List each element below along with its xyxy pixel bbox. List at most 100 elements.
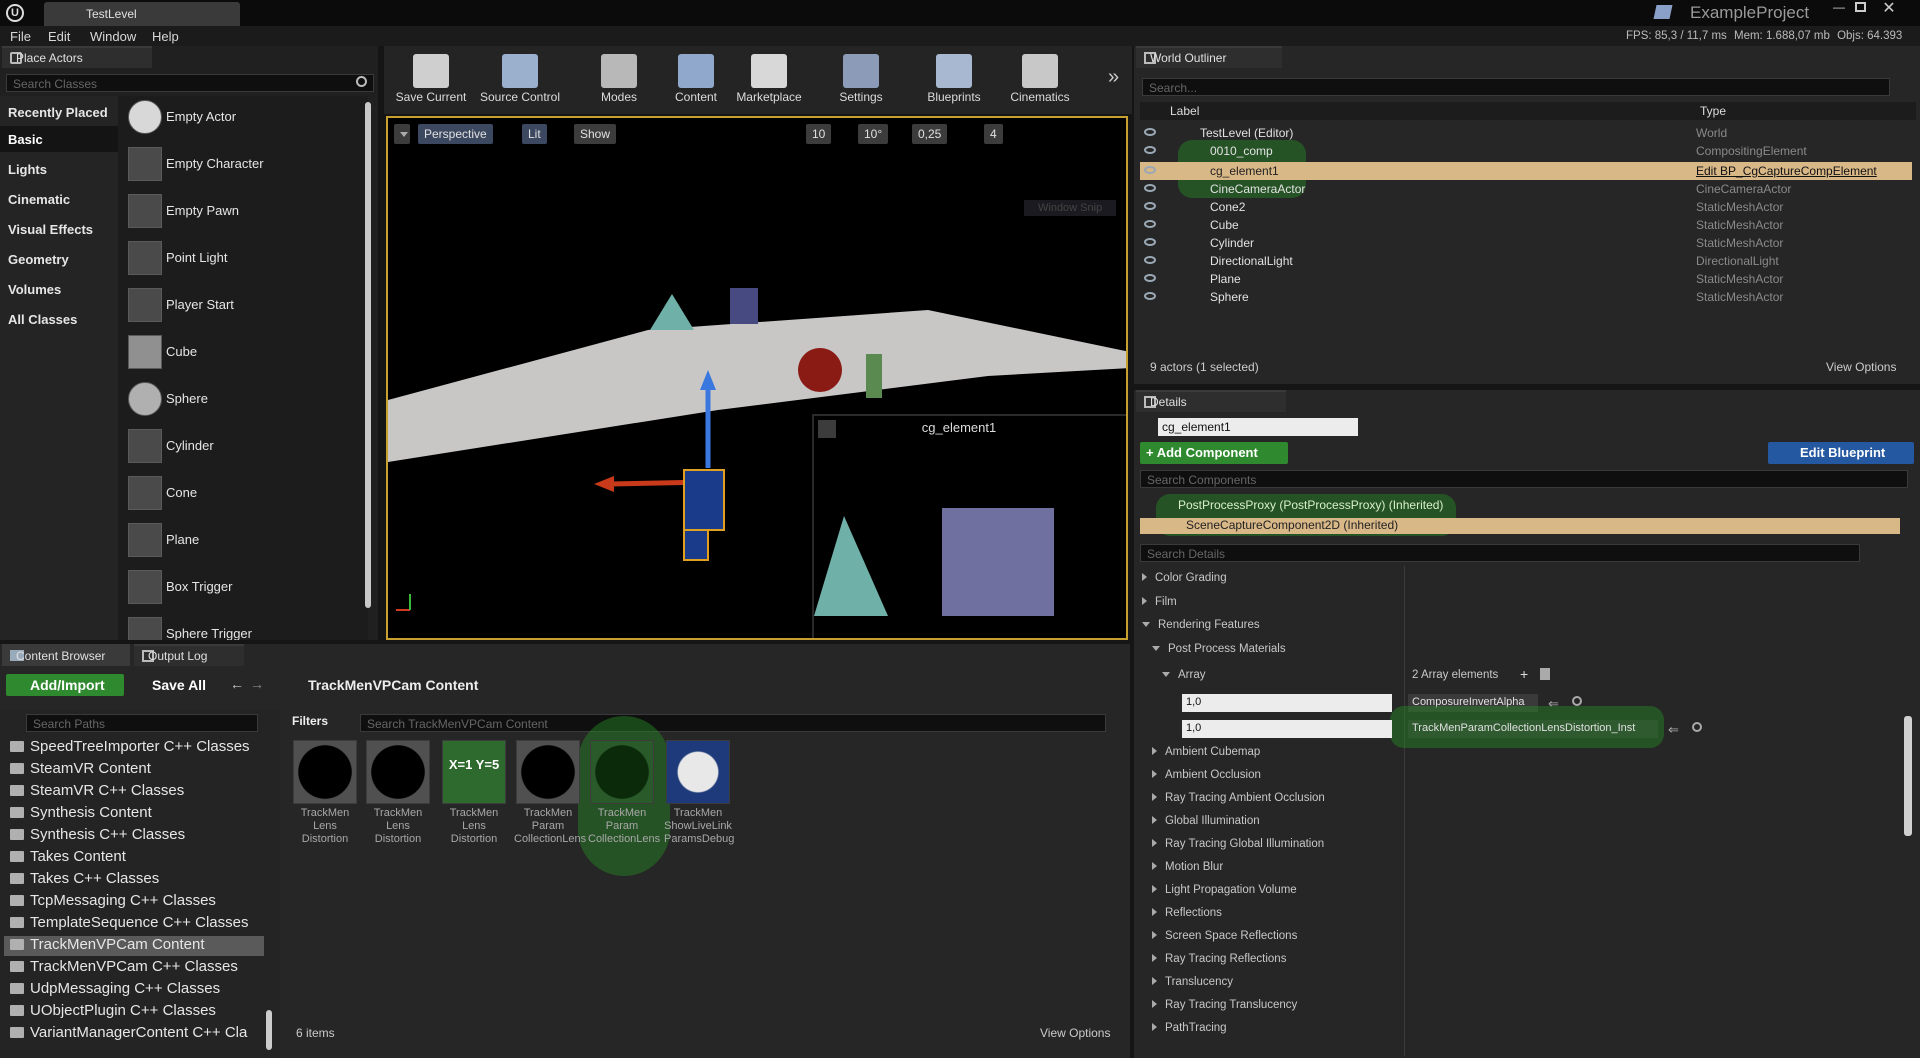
rt-global-illumination-section[interactable]: Ray Tracing Global Illumination [1152, 838, 1324, 850]
rendering-features-section[interactable]: Rendering Features [1142, 619, 1260, 631]
actor-empty-actor[interactable]: Empty Actor [128, 96, 358, 140]
path-breadcrumb[interactable]: TrackMenVPCam Content [282, 677, 478, 693]
ambient-occlusion-section[interactable]: Ambient Occlusion [1152, 769, 1261, 781]
settings-button[interactable]: Settings [824, 54, 898, 106]
col-type[interactable]: Type [1700, 104, 1726, 118]
actor-point-light[interactable]: Point Light [128, 237, 358, 281]
actor-cube[interactable]: Cube [128, 331, 358, 375]
visibility-icon[interactable] [1144, 292, 1156, 300]
folder-item[interactable]: Synthesis Content [10, 804, 152, 821]
visibility-icon[interactable] [1144, 202, 1156, 210]
content-button[interactable]: Content [668, 54, 724, 106]
visibility-icon[interactable] [1144, 256, 1156, 264]
menu-file[interactable]: File [10, 29, 31, 44]
actor-sphere[interactable]: Sphere [128, 378, 358, 422]
tab-world-outliner[interactable]: World Outliner [1136, 46, 1282, 68]
menu-edit[interactable]: Edit [48, 29, 70, 44]
folder-tree-scrollbar[interactable] [266, 1010, 272, 1050]
actor-box-trigger[interactable]: Box Trigger [128, 566, 358, 610]
actor-player-start[interactable]: Player Start [128, 284, 358, 328]
add-component-button[interactable]: + Add Component [1140, 442, 1288, 464]
search-classes-input[interactable]: Search Classes [6, 74, 374, 92]
component-row-selected[interactable]: SceneCaptureComponent2D (Inherited) [1186, 518, 1398, 532]
visibility-icon[interactable] [1144, 184, 1156, 192]
asset-tile[interactable]: TrackMen Param CollectionLens [514, 740, 586, 846]
visibility-icon[interactable] [1144, 238, 1156, 246]
reflections-section[interactable]: Reflections [1152, 907, 1222, 919]
add-element-icon[interactable]: + [1520, 666, 1528, 682]
outliner-view-options[interactable]: View Options [1826, 360, 1896, 374]
filters-button[interactable]: Filters [292, 714, 328, 728]
search-paths-input[interactable]: Search Paths [26, 714, 258, 732]
save-current-button[interactable]: Save Current [392, 54, 470, 106]
tab-content-browser[interactable]: Content Browser [2, 644, 130, 666]
edit-blueprint-button[interactable]: Edit Blueprint [1768, 442, 1914, 464]
category-volumes[interactable]: Volumes [8, 282, 61, 297]
weight-input-1[interactable]: 1,0 [1182, 694, 1392, 712]
scale-snap-value[interactable]: 0,25 [912, 124, 948, 144]
asset-tile[interactable]: TrackMen Lens Distortion [364, 740, 432, 846]
modes-button[interactable]: Modes [584, 54, 654, 106]
motion-blur-section[interactable]: Motion Blur [1152, 861, 1223, 873]
col-label[interactable]: Label [1170, 104, 1199, 118]
category-lights[interactable]: Lights [8, 162, 47, 177]
ssr-section[interactable]: Screen Space Reflections [1152, 930, 1297, 942]
show-button[interactable]: Show [574, 124, 617, 144]
global-illumination-section[interactable]: Global Illumination [1152, 815, 1260, 827]
actor-empty-pawn[interactable]: Empty Pawn [128, 190, 358, 234]
outliner-row[interactable]: Cylinder StaticMeshActor [1140, 234, 1912, 252]
visibility-icon[interactable] [1144, 166, 1156, 174]
actor-empty-character[interactable]: Empty Character [128, 143, 358, 187]
pathtracing-section[interactable]: PathTracing [1152, 1022, 1227, 1034]
tab-details[interactable]: Details [1136, 390, 1286, 412]
actor-list-scrollbar[interactable] [365, 102, 371, 608]
array-row[interactable]: Array [1162, 669, 1205, 681]
perspective-button[interactable]: Perspective [418, 124, 493, 144]
lit-button[interactable]: Lit [522, 124, 547, 144]
category-geometry[interactable]: Geometry [8, 252, 69, 267]
outliner-row[interactable]: Sphere StaticMeshActor [1140, 288, 1912, 306]
level-viewport[interactable]: Perspective Lit Show 10 10° 0,25 4 Windo… [386, 116, 1128, 640]
tab-output-log[interactable]: Output Log [134, 644, 244, 666]
folder-item[interactable]: TemplateSequence C++ Classes [10, 914, 248, 931]
use-selected-icon[interactable]: ⇐ [1668, 722, 1679, 738]
folder-item[interactable]: SteamVR C++ Classes [10, 782, 184, 799]
row-type[interactable]: Edit BP_CgCaptureCompElement [1696, 164, 1877, 178]
menu-window[interactable]: Window [90, 29, 136, 44]
visibility-icon[interactable] [1144, 274, 1156, 282]
ambient-cubemap-section[interactable]: Ambient Cubemap [1152, 746, 1260, 758]
category-basic[interactable]: Basic [8, 132, 43, 147]
outliner-row[interactable]: Plane StaticMeshActor [1140, 270, 1912, 288]
viewport-options-button[interactable] [394, 124, 410, 144]
translucency-section[interactable]: Translucency [1152, 976, 1233, 988]
pip-menu-button[interactable] [818, 420, 836, 438]
actor-sphere-trigger[interactable]: Sphere Trigger [128, 613, 358, 640]
outliner-row[interactable]: 0010_comp CompositingElement [1140, 142, 1912, 160]
folder-item[interactable]: TcpMessaging C++ Classes [10, 892, 216, 909]
rotation-snap-value[interactable]: 10° [858, 124, 889, 144]
menu-help[interactable]: Help [152, 29, 179, 44]
folder-item[interactable]: Synthesis C++ Classes [10, 826, 185, 843]
outliner-row[interactable]: DirectionalLight DirectionalLight [1140, 252, 1912, 270]
back-arrow-icon[interactable]: ← [230, 676, 244, 692]
save-all-button[interactable]: Save All [134, 677, 206, 693]
minimize-button[interactable]: — [1830, 0, 1848, 14]
rt-translucency-section[interactable]: Ray Tracing Translucency [1152, 999, 1297, 1011]
add-import-button[interactable]: Add/Import [6, 674, 124, 696]
rt-reflections-section[interactable]: Ray Tracing Reflections [1152, 953, 1286, 965]
cinematics-button[interactable]: Cinematics [1000, 54, 1080, 106]
actor-name-field[interactable]: cg_element1 [1158, 418, 1358, 436]
folder-item[interactable]: Takes C++ Classes [10, 870, 159, 887]
category-recently-placed[interactable]: Recently Placed [8, 105, 108, 120]
actor-plane[interactable]: Plane [128, 519, 358, 563]
folder-item[interactable]: TrackMenVPCam C++ Classes [10, 958, 238, 975]
folder-item[interactable]: SpeedTreeImporter C++ Classes [10, 738, 250, 755]
actor-cone[interactable]: Cone [128, 472, 358, 516]
post-process-materials[interactable]: Post Process Materials [1152, 643, 1286, 655]
maximize-button[interactable] [1855, 2, 1866, 12]
color-grading-section[interactable]: Color Grading [1142, 572, 1227, 584]
outliner-row[interactable]: Cube StaticMeshActor [1140, 216, 1912, 234]
browse-icon[interactable] [1692, 722, 1702, 732]
search-components-input[interactable]: Search Components [1140, 470, 1908, 488]
forward-arrow-icon[interactable]: → [250, 676, 264, 692]
